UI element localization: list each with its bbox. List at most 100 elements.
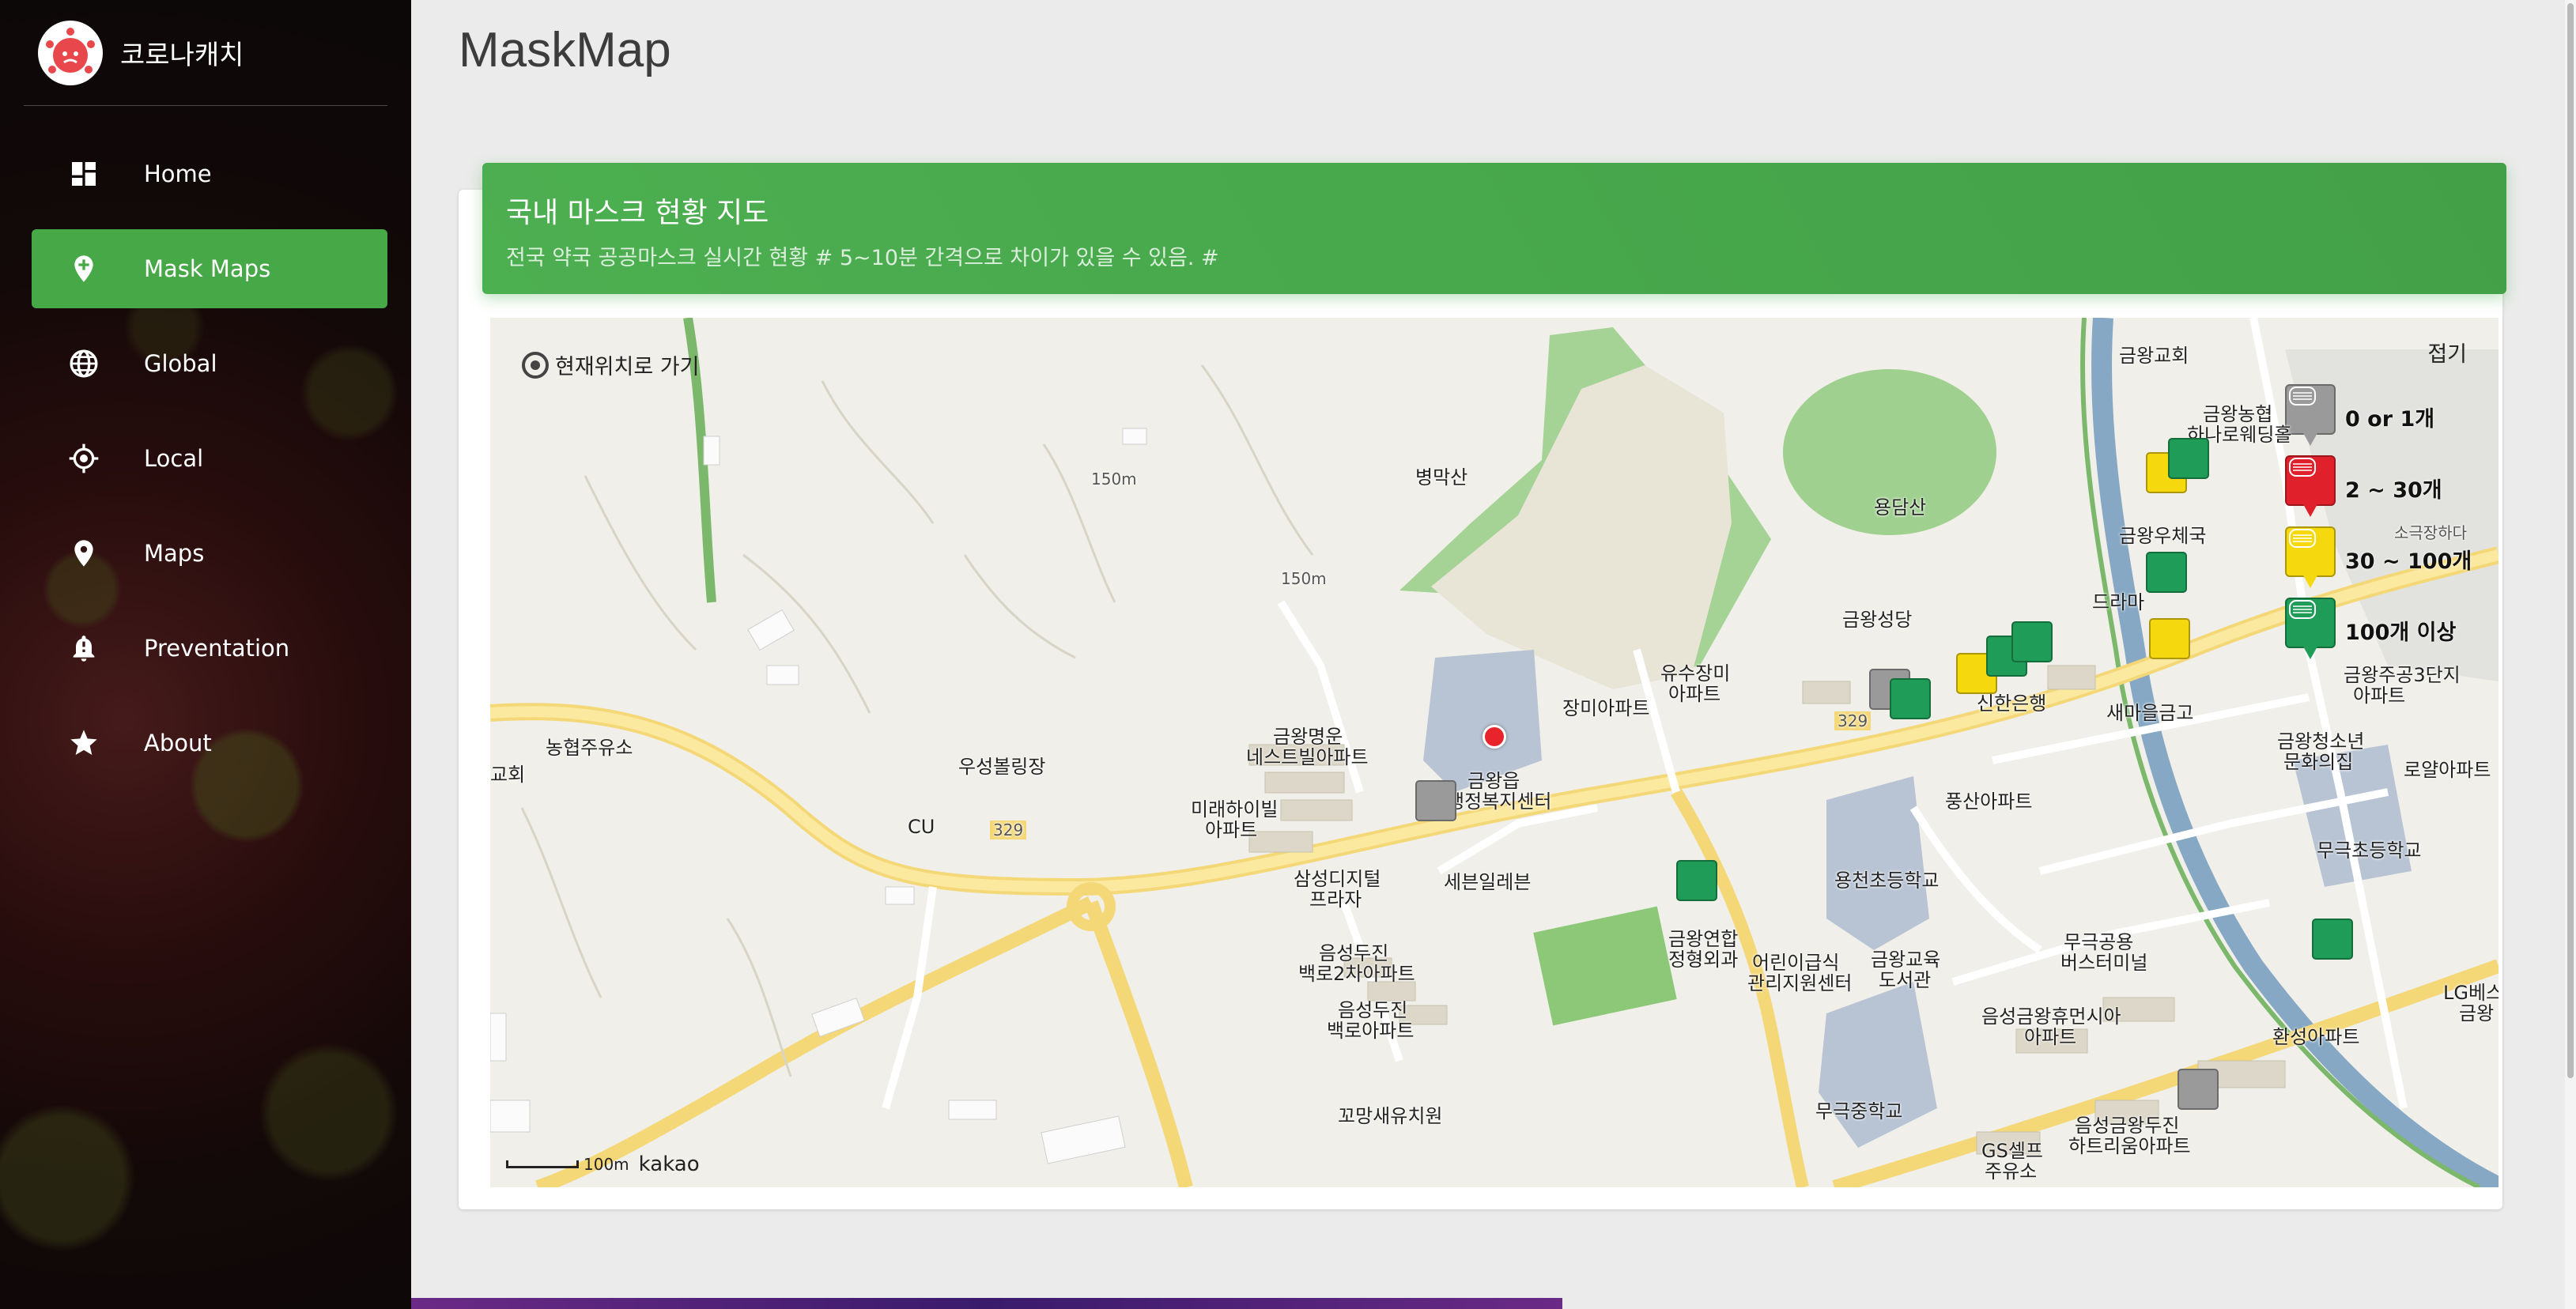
map-place-label: 로얄아파트: [2404, 759, 2491, 781]
map-place-label: 소극장하다: [2394, 523, 2467, 542]
sidebar-item-label: Global: [144, 350, 217, 377]
sidebar-item-label: Preventation: [144, 635, 290, 662]
card-title: 국내 마스크 현황 지도: [506, 197, 769, 229]
alert-bell-icon: [62, 632, 106, 664]
pharmacy-marker-green-icon[interactable]: [2168, 438, 2209, 490]
map-place-label: 150m: [1281, 569, 1327, 588]
legend-label: 2 ~ 30개: [2345, 477, 2442, 503]
sidebar-item-local[interactable]: Local: [32, 419, 387, 498]
pharmacy-marker-yellow-icon[interactable]: [2149, 618, 2190, 670]
sidebar-item-home[interactable]: Home: [32, 134, 387, 213]
mask-marker-yellow-icon: [2285, 526, 2336, 591]
sidebar-nav: Home Mask Maps Global Local Maps Prevent…: [0, 134, 411, 783]
map-place-label: 새마을금고: [2106, 702, 2194, 724]
locate-current-label: 현재위치로 가기: [555, 355, 700, 379]
sidebar-item-label: Local: [144, 445, 204, 472]
dashboard-icon: [62, 158, 106, 190]
map-place-label: 문화의집: [2283, 751, 2354, 773]
map-place-label: 세븐일레븐: [1444, 871, 1532, 893]
mask-marker-gray-icon: [2285, 384, 2336, 449]
map-place-label: 아파트: [2353, 685, 2406, 707]
map-place-label: 아파트: [2024, 1026, 2077, 1048]
pharmacy-marker-gray-icon[interactable]: [2178, 1069, 2219, 1121]
sidebar-item-about[interactable]: About: [32, 704, 387, 783]
current-location-pin: [1483, 725, 1506, 749]
pharmacy-marker-gray-icon[interactable]: [1415, 780, 1456, 832]
pharmacy-marker-green-icon[interactable]: [2312, 919, 2353, 971]
gps-target-icon: [62, 443, 106, 474]
map-place-label: 병막산: [1415, 466, 1468, 489]
map-place-label: 우성볼링장: [958, 756, 1046, 778]
virus-logo-icon: [38, 20, 103, 85]
legend-row-empty: 0 or 1개: [2285, 381, 2499, 452]
map-place-label: 150m: [1091, 470, 1137, 489]
sidebar-item-preventation[interactable]: Preventation: [32, 609, 387, 688]
sidebar-item-label: Mask Maps: [144, 255, 271, 282]
locate-current-button[interactable]: 현재위치로 가기: [522, 349, 699, 380]
road-number-badge: 329: [1834, 711, 1872, 730]
location-pin-icon: [62, 538, 106, 569]
map-place-label: 행정복지센터: [1447, 790, 1552, 813]
page-title: MaskMap: [459, 23, 671, 77]
map-place-label: 금왕우체국: [2119, 525, 2207, 547]
map-place-label: 백로2차아파트: [1298, 963, 1415, 985]
sidebar-item-label: About: [144, 730, 212, 756]
sidebar-item-label: Maps: [144, 540, 205, 567]
legend-label: 30 ~ 100개: [2345, 549, 2472, 574]
road-number-badge: 329: [990, 820, 1027, 839]
map-place-label: 장미아파트: [1562, 697, 1650, 719]
legend-row-plenty: 100개 이상: [2285, 594, 2499, 666]
map-place-label: 정형외과: [1668, 949, 1739, 971]
map-place-label: 환성아파트: [2272, 1026, 2360, 1048]
brand-name: 코로나캐치: [120, 40, 244, 71]
map-place-label: 관리지원센터: [1747, 972, 1853, 994]
sidebar-item-mask-maps[interactable]: Mask Maps: [32, 229, 387, 308]
map-place-label: 버스터미널: [2060, 952, 2148, 974]
pharmacy-marker-green-icon[interactable]: [2146, 552, 2187, 604]
map-place-label: 풍산아파트: [1945, 790, 2033, 813]
sidebar: 코로나캐치 Home Mask Maps Global Local Maps P…: [0, 0, 411, 1309]
map-place-label: 금왕성당: [1842, 609, 1913, 631]
map-place-label: CU: [908, 816, 935, 838]
bottom-banner: [411, 1298, 1562, 1309]
legend-label: 100개 이상: [2345, 620, 2457, 645]
legend-label: 0 or 1개: [2345, 406, 2435, 432]
map-scale: 100m kakao: [506, 1152, 700, 1176]
brand[interactable]: 코로나캐치: [24, 0, 387, 106]
mask-marker-red-icon: [2285, 455, 2336, 520]
card-header: 국내 마스크 현황 지도 전국 약국 공공마스크 실시간 현황 # 5~10분 …: [482, 163, 2506, 294]
map-place-label: 아파트: [1205, 819, 1258, 841]
map-place-label: 용담산: [1874, 496, 1927, 519]
legend-collapse-button[interactable]: 접기: [2427, 337, 2467, 368]
sidebar-item-maps[interactable]: Maps: [32, 514, 387, 593]
sidebar-item-label: Home: [144, 160, 212, 187]
page-scrollbar[interactable]: [2565, 0, 2576, 1309]
gps-target-icon: [522, 351, 549, 379]
map-place-label: 주유소: [1985, 1160, 2038, 1183]
map-place-label: 금왕교회: [2119, 345, 2189, 367]
pharmacy-marker-green-icon[interactable]: [2011, 621, 2053, 673]
pharmacy-marker-green-icon[interactable]: [1890, 678, 1931, 730]
map-place-label: 백로아파트: [1327, 1020, 1415, 1042]
map-place-label: 하트리움아파트: [2068, 1135, 2191, 1157]
scale-label: 100m: [584, 1155, 629, 1174]
map-place-label: 무극중학교: [1815, 1100, 1903, 1122]
map-place-label: 용천초등학교: [1834, 870, 1940, 892]
map-place-label: 네스트빌아파트: [1246, 746, 1369, 768]
add-location-icon: [62, 253, 106, 285]
sidebar-item-global[interactable]: Global: [32, 324, 387, 403]
map-place-label: 교회: [490, 764, 526, 786]
scrollbar-thumb[interactable]: [2567, 3, 2574, 1078]
map-place-label: 무극초등학교: [2317, 839, 2422, 862]
mask-marker-green-icon: [2285, 598, 2336, 662]
map-place-label: 도서관: [1879, 969, 1932, 991]
card-subtitle: 전국 약국 공공마스크 실시간 현황 # 5~10분 간격으로 차이가 있을 수…: [506, 246, 1219, 270]
globe-icon: [62, 348, 106, 379]
pharmacy-marker-green-icon[interactable]: [1676, 860, 1717, 912]
map-place-label: 프라자: [1309, 888, 1362, 911]
map-place-label: 아파트: [1668, 683, 1721, 705]
map-place-label: 금왕: [2459, 1002, 2495, 1024]
map-place-label: 꼬망새유치원: [1338, 1105, 1443, 1127]
map-provider-logo: kakao: [638, 1152, 700, 1176]
mask-map[interactable]: 현재위치로 가기 접기 0 or 1개 2 ~ 30개 30 ~ 100개 10…: [490, 318, 2499, 1187]
